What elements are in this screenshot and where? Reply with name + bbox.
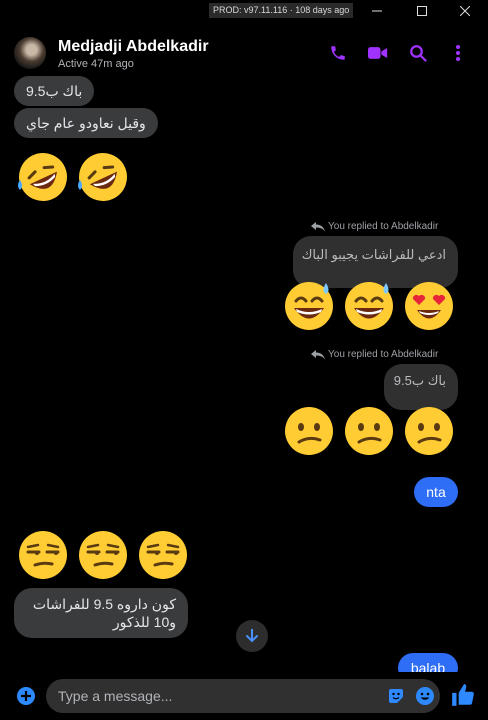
confused-emoji[interactable]: [402, 404, 456, 458]
rofl-emoji[interactable]: [16, 150, 70, 204]
more-options-icon[interactable]: [447, 42, 469, 64]
maximize-button[interactable]: [399, 0, 445, 22]
add-icon[interactable]: [16, 686, 36, 706]
video-camera-icon[interactable]: [367, 42, 389, 64]
message-bubble-incoming[interactable]: كون داروه 9.5 للفراشات و10 للذكور: [14, 588, 188, 638]
sweat-smile-emoji[interactable]: [342, 279, 396, 333]
reply-indicator: You replied to Abdelkadir: [311, 221, 438, 232]
arrow-down-icon: [246, 629, 258, 643]
message-bubble-incoming[interactable]: باك ب9.5: [14, 76, 95, 106]
confused-emoji[interactable]: [342, 404, 396, 458]
unamused-emoji[interactable]: [136, 528, 190, 582]
reply-label: You replied to Abdelkadir: [328, 349, 439, 360]
message-line: كون داروه 9.5 للفراشات: [32, 596, 176, 612]
maximize-icon: [417, 6, 427, 16]
reply-arrow-icon: [311, 221, 325, 231]
build-badge: PROD: v97.11.116 · 108 days ago: [209, 3, 354, 18]
message-bubble-outgoing[interactable]: nta: [414, 477, 458, 507]
emoji-icon[interactable]: [415, 686, 435, 706]
minimize-icon: [372, 10, 382, 12]
thumbs-up-icon[interactable]: [450, 682, 476, 708]
unamused-emoji[interactable]: [76, 528, 130, 582]
message-composer: [0, 672, 488, 720]
reply-label: You replied to Abdelkadir: [328, 221, 439, 232]
message-bubble-incoming[interactable]: وقيل نعاودو عام جاي: [14, 108, 158, 138]
active-status: Active 47m ago: [58, 58, 134, 70]
reply-arrow-icon: [311, 349, 325, 359]
confused-emoji[interactable]: [282, 404, 336, 458]
contact-name[interactable]: Medjadji Abdelkadir: [58, 38, 209, 56]
scroll-to-bottom-button[interactable]: [236, 620, 268, 652]
window-titlebar: PROD: v97.11.116 · 108 days ago: [0, 0, 488, 22]
reply-indicator: You replied to Abdelkadir: [311, 349, 438, 360]
message-line: و10 للذكور: [112, 614, 176, 630]
minimize-button[interactable]: [354, 0, 400, 22]
sticker-icon[interactable]: [388, 688, 404, 704]
heart-eyes-emoji[interactable]: [402, 279, 456, 333]
message-input[interactable]: [46, 679, 440, 713]
conversation-header: Medjadji Abdelkadir Active 47m ago: [0, 28, 488, 74]
phone-icon[interactable]: [327, 42, 349, 64]
rofl-emoji[interactable]: [76, 150, 130, 204]
close-icon: [460, 6, 470, 16]
search-icon[interactable]: [407, 42, 429, 64]
sweat-smile-emoji[interactable]: [282, 279, 336, 333]
unamused-emoji[interactable]: [16, 528, 70, 582]
avatar[interactable]: [14, 37, 46, 69]
close-button[interactable]: [442, 0, 488, 22]
